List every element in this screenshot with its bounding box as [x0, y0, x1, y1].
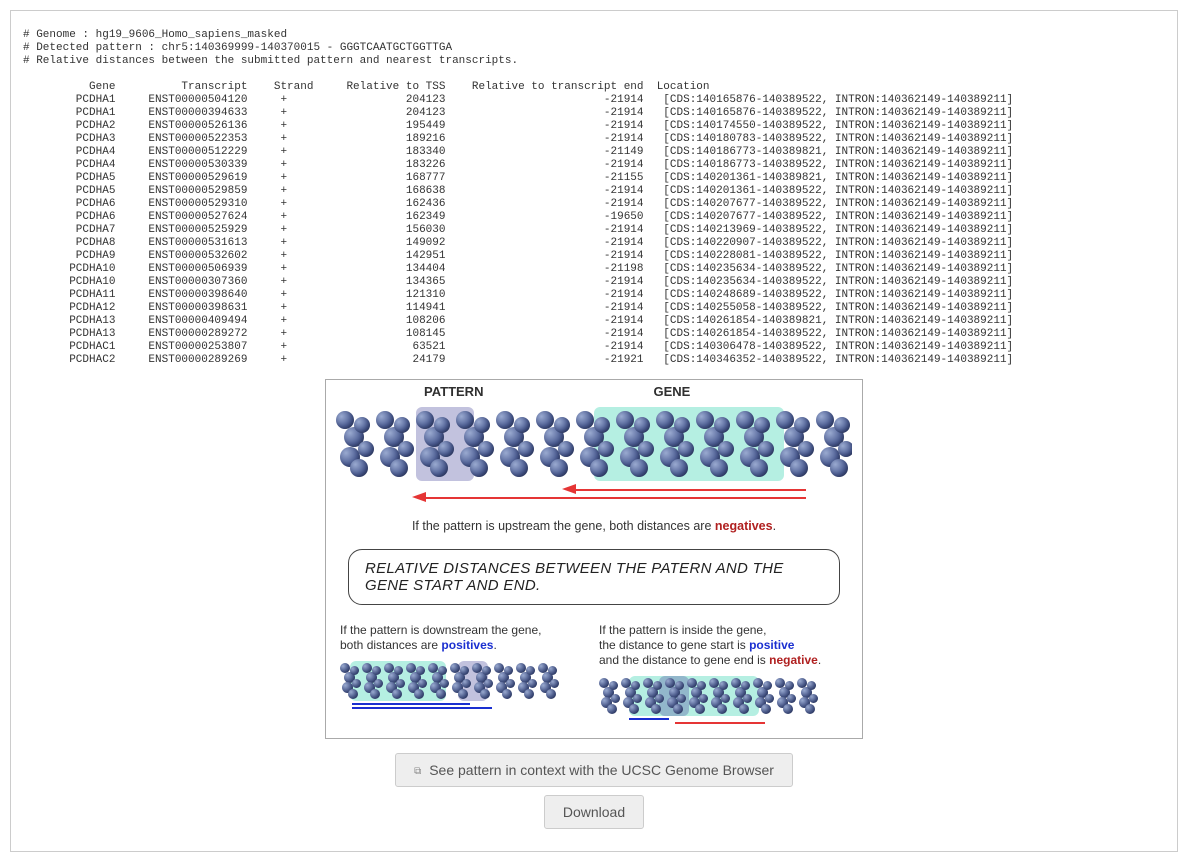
results-text: # Genome : hg19_9606_Homo_sapiens_masked…: [23, 29, 1165, 367]
buttons-wrap: ⧉See pattern in context with the UCSC Ge…: [23, 749, 1165, 833]
label-pattern: PATTERN: [424, 384, 483, 399]
results-panel: # Genome : hg19_9606_Homo_sapiens_masked…: [10, 10, 1178, 852]
ucsc-link-button[interactable]: ⧉See pattern in context with the UCSC Ge…: [395, 753, 793, 787]
bubble-title: RELATIVE DISTANCES BETWEEN THE PATERN AN…: [348, 549, 840, 605]
caption-upstream: If the pattern is upstream the gene, bot…: [326, 511, 862, 543]
mini-dna-inside: [599, 676, 848, 716]
arrows-upstream: [356, 485, 832, 511]
mini-arrows-inside: [599, 718, 848, 728]
download-button[interactable]: Download: [544, 795, 644, 829]
legend-figure: PATTERN GENE If the pattern is upstream …: [325, 379, 863, 739]
caption-inside: If the pattern is inside the gene, the d…: [599, 623, 848, 728]
label-gene: GENE: [653, 384, 690, 399]
figure-top-labels: PATTERN GENE: [326, 380, 862, 399]
mini-arrows-downstream: [340, 703, 589, 713]
caption-downstream: If the pattern is downstream the gene, b…: [340, 623, 589, 728]
figure-two-col: If the pattern is downstream the gene, b…: [326, 617, 862, 738]
dna-main-illustration: [336, 403, 852, 485]
external-link-icon: ⧉: [414, 766, 421, 777]
figure-wrap: PATTERN GENE If the pattern is upstream …: [23, 379, 1165, 833]
mini-dna-downstream: [340, 661, 589, 701]
